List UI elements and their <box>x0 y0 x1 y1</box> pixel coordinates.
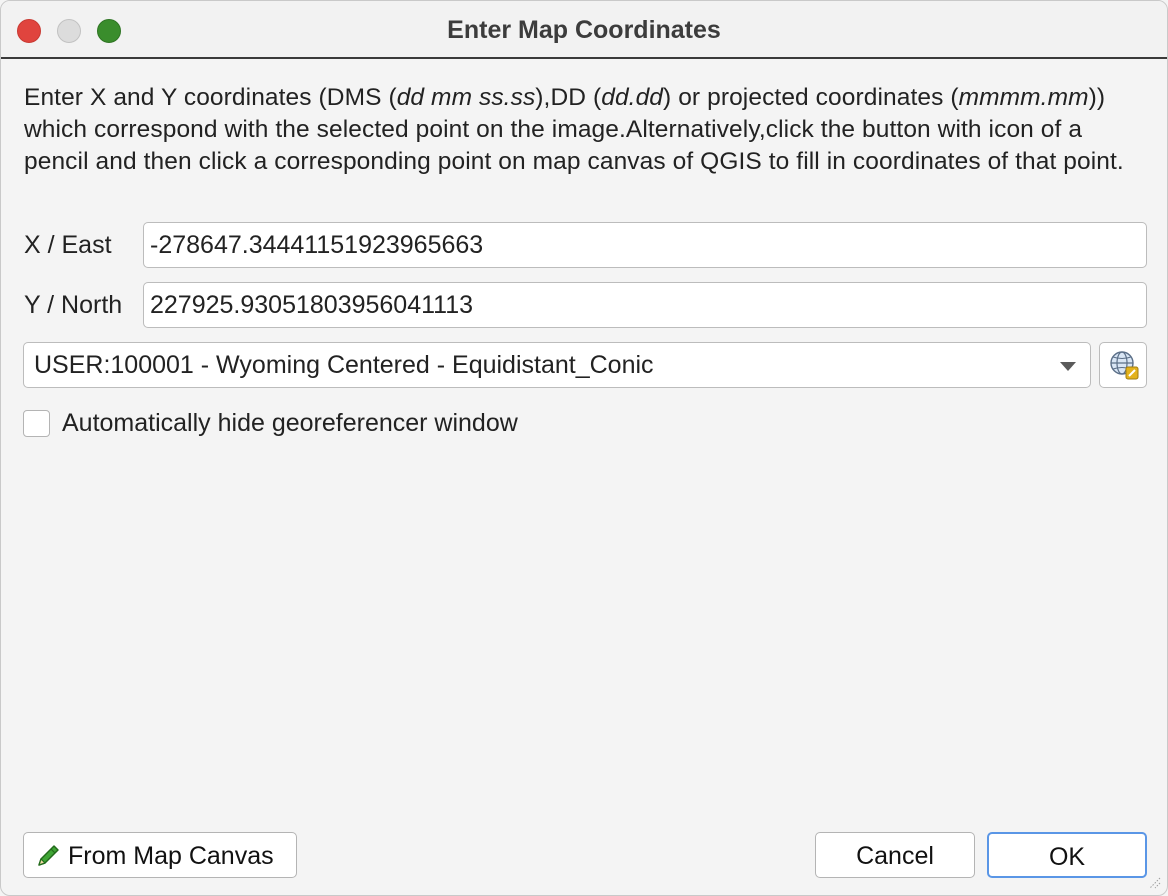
resize-grip-icon[interactable] <box>1147 875 1161 889</box>
instructions-part-2: ),DD ( <box>535 84 602 111</box>
instructions-part-3: ) or projected coordinates ( <box>663 84 959 111</box>
cancel-label: Cancel <box>856 842 934 870</box>
projected-format-text: mmmm.mm <box>958 84 1089 111</box>
auto-hide-label[interactable]: Automatically hide georeferencer window <box>62 409 518 438</box>
ok-label: OK <box>1048 843 1086 871</box>
crs-selected-value: USER:100001 - Wyoming Centered - Equidis… <box>34 351 654 379</box>
window-title: Enter Map Coordinates <box>447 16 721 44</box>
x-east-input[interactable] <box>143 222 1147 268</box>
from-map-canvas-button[interactable]: From Map Canvas <box>23 832 297 878</box>
cancel-button[interactable]: Cancel <box>815 832 975 878</box>
pencil-icon <box>38 845 59 866</box>
title-bar: Enter Map Coordinates <box>1 1 1167 59</box>
auto-hide-checkbox[interactable] <box>23 410 50 437</box>
x-east-label: X / East <box>24 231 112 259</box>
enter-map-coordinates-dialog: Enter Map Coordinates Enter X and Y coor… <box>0 0 1168 896</box>
from-map-canvas-label: From Map Canvas <box>68 842 274 870</box>
dms-format-text: dd mm ss.ss <box>396 84 536 111</box>
select-crs-button[interactable] <box>1099 342 1147 388</box>
ok-button[interactable]: OK <box>987 832 1147 878</box>
globe-crs-icon <box>1110 351 1139 380</box>
instructions-text: Enter X and Y coordinates (DMS (dd mm ss… <box>24 82 1149 178</box>
y-north-input[interactable] <box>143 282 1147 328</box>
dd-format-text: dd.dd <box>601 84 664 111</box>
chevron-down-icon <box>1060 362 1076 371</box>
crs-select[interactable]: USER:100001 - Wyoming Centered - Equidis… <box>23 342 1091 388</box>
y-north-label: Y / North <box>24 291 123 319</box>
instructions-part-1: Enter X and Y coordinates (DMS ( <box>24 84 397 111</box>
